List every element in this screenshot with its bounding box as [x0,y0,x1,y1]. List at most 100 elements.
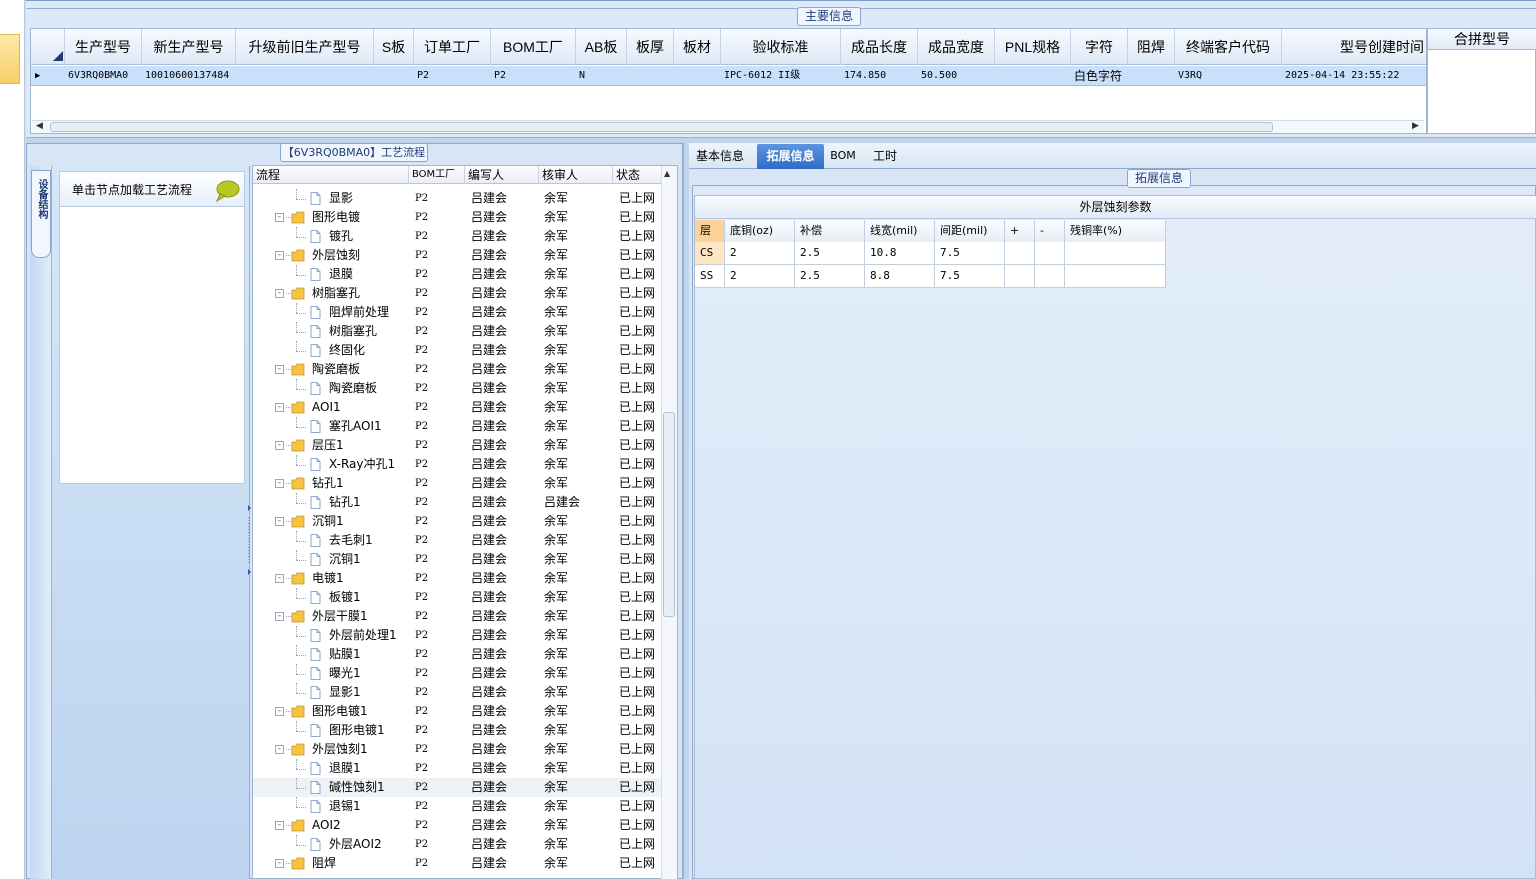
col-header-width[interactable]: 成品宽度 [918,29,995,65]
col-header-model[interactable]: 生产型号 [65,29,142,65]
vscroll-thumb[interactable] [663,412,675,617]
param-cell-layer[interactable]: SS [695,265,725,288]
cell-standard[interactable]: IPC-6012 II级 [721,66,841,86]
tree-leaf-row[interactable]: 显影 P2 吕建会 余军 已上网 [253,189,661,208]
tree-node-label[interactable]: AOI2 [312,816,341,835]
tree-folder-row[interactable]: - 钻孔1 P2 吕建会 余军 已上网 [253,474,661,493]
cell-ab-board[interactable]: N [576,66,627,86]
tree-leaf-row[interactable]: 退锡1 P2 吕建会 余军 已上网 [253,797,661,816]
cell-solder[interactable] [1128,66,1175,86]
tree-node-label[interactable]: 显影1 [329,683,361,702]
param-row-cs[interactable]: CS 2 2.5 10.8 7.5 [695,242,1166,265]
tree-node-label[interactable]: X-Ray冲孔1 [329,455,395,474]
tree-node-label[interactable]: 阻焊 [312,854,336,873]
tree-leaf-row[interactable]: 板镀1 P2 吕建会 余军 已上网 [253,588,661,607]
tree-node-label[interactable]: 树脂塞孔 [329,322,377,341]
tree-col-status[interactable]: 状态 [613,166,661,184]
collapse-toggle-icon[interactable]: - [275,821,284,830]
col-header-customer-code[interactable]: 终端客户代码 [1175,29,1282,65]
col-header-new-model[interactable]: 新生产型号 [142,29,236,65]
tree-node-label[interactable]: 外层蚀刻 [312,246,360,265]
tree-col-writer[interactable]: 编写人 [465,166,539,184]
param-cell-minus[interactable] [1035,265,1065,288]
collapse-toggle-icon[interactable]: - [275,479,284,488]
tree-leaf-row[interactable]: 贴膜1 P2 吕建会 余军 已上网 [253,645,661,664]
tab-basic-info[interactable]: 基本信息 [689,144,751,169]
collapse-toggle-icon[interactable]: - [275,859,284,868]
tree-node-label[interactable]: 钻孔1 [329,493,361,512]
tree-node-label[interactable]: 陶瓷磨板 [312,360,360,379]
cell-material[interactable] [674,66,721,86]
col-header-length[interactable]: 成品长度 [841,29,918,65]
param-col-layer[interactable]: 层 [695,220,725,243]
param-col-residual[interactable]: 残铜率(%) [1065,220,1166,243]
tree-leaf-row[interactable]: X-Ray冲孔1 P2 吕建会 余军 已上网 [253,455,661,474]
tree-leaf-row[interactable]: 塞孔AOI1 P2 吕建会 余军 已上网 [253,417,661,436]
tree-node-label[interactable]: 图形电镀 [312,208,360,227]
collapse-toggle-icon[interactable]: - [275,441,284,450]
collapse-toggle-icon[interactable]: - [275,612,284,621]
col-header-bom-factory[interactable]: BOM工厂 [491,29,576,65]
cell-pnl[interactable] [995,66,1071,86]
tree-node-label[interactable]: 退膜 [329,265,353,284]
col-header-ab-board[interactable]: AB板 [576,29,627,65]
tree-leaf-row[interactable]: 外层AOI2 P2 吕建会 余军 已上网 [253,835,661,854]
scroll-right-arrow-icon[interactable]: ▶ [1412,121,1419,131]
col-header-thickness[interactable]: 板厚 [627,29,674,65]
tree-leaf-row[interactable]: 镀孔 P2 吕建会 余军 已上网 [253,227,661,246]
param-cell-spacing[interactable]: 7.5 [935,265,1005,288]
tree-folder-row[interactable]: - AOI2 P2 吕建会 余军 已上网 [253,816,661,835]
tree-leaf-row[interactable]: 钻孔1 P2 吕建会 吕建会 已上网 [253,493,661,512]
col-header-old-model[interactable]: 升级前旧生产型号 [236,29,374,65]
cell-char[interactable]: 白色字符 [1071,66,1128,86]
tree-node-label[interactable]: 沉铜1 [312,512,344,531]
tree-folder-row[interactable]: - 图形电镀1 P2 吕建会 余军 已上网 [253,702,661,721]
cell-order-factory[interactable]: P2 [414,66,491,86]
param-col-compensation[interactable]: 补偿 [795,220,865,243]
tree-node-label[interactable]: 层压1 [312,436,344,455]
col-header-s-board[interactable]: S板 [374,29,414,65]
collapse-toggle-icon[interactable]: - [275,365,284,374]
param-cell-residual[interactable] [1065,265,1166,288]
tree-folder-row[interactable]: - 外层蚀刻1 P2 吕建会 余军 已上网 [253,740,661,759]
tree-folder-row[interactable]: - 陶瓷磨板 P2 吕建会 余军 已上网 [253,360,661,379]
param-cell-plus[interactable] [1005,242,1035,265]
tree-node-label[interactable]: 图形电镀1 [329,721,385,740]
col-header-pnl[interactable]: PNL规格 [995,29,1071,65]
tree-leaf-row[interactable]: 曝光1 P2 吕建会 余军 已上网 [253,664,661,683]
scroll-up-arrow-icon[interactable]: ▲ [664,169,670,178]
tree-col-reviewer[interactable]: 核审人 [539,166,613,184]
tree-node-label[interactable]: 板镀1 [329,588,361,607]
tree-node-label[interactable]: 去毛刺1 [329,531,373,550]
tree-node-label[interactable]: 图形电镀1 [312,702,368,721]
hscroll-thumb[interactable] [50,122,1273,132]
tree-node-label[interactable]: AOI1 [312,398,341,417]
tree-node-label[interactable]: 外层蚀刻1 [312,740,368,759]
tree-node-label[interactable]: 陶瓷磨板 [329,379,377,398]
param-col-line-width[interactable]: 线宽(mil) [865,220,935,243]
tree-leaf-row[interactable]: 沉铜1 P2 吕建会 余军 已上网 [253,550,661,569]
param-cell-compensation[interactable]: 2.5 [795,265,865,288]
tree-node-label[interactable]: 曝光1 [329,664,361,683]
tree-node-label[interactable]: 终固化 [329,341,365,360]
tab-device-structure[interactable]: 设备结构 [31,170,51,258]
tree-leaf-row[interactable]: 外层前处理1 P2 吕建会 余军 已上网 [253,626,661,645]
tree-leaf-row[interactable]: 碱性蚀刻1 P2 吕建会 余军 已上网 [253,778,661,797]
tree-node-label[interactable]: 外层AOI2 [329,835,382,854]
tree-node-label[interactable]: 外层前处理1 [329,626,397,645]
tree-col-bom[interactable]: BOM工厂 [409,166,465,184]
param-cell-minus[interactable] [1035,242,1065,265]
param-cell-spacing[interactable]: 7.5 [935,242,1005,265]
param-cell-base-copper[interactable]: 2 [725,242,795,265]
tree-folder-row[interactable]: - 树脂塞孔 P2 吕建会 余军 已上网 [253,284,661,303]
param-col-base-copper[interactable]: 底铜(oz) [725,220,795,243]
tree-leaf-row[interactable]: 树脂塞孔 P2 吕建会 余军 已上网 [253,322,661,341]
param-row-ss[interactable]: SS 2 2.5 8.8 7.5 [695,265,1166,288]
tree-node-label[interactable]: 阻焊前处理 [329,303,389,322]
tree-node-label[interactable]: 退锡1 [329,797,361,816]
left-dock-tab[interactable] [0,34,20,84]
tree-node-label[interactable]: 镀孔 [329,227,353,246]
tree-leaf-row[interactable]: 阻焊前处理 P2 吕建会 余军 已上网 [253,303,661,322]
col-header-char[interactable]: 字符 [1071,29,1128,65]
param-cell-layer[interactable]: CS [695,242,725,265]
